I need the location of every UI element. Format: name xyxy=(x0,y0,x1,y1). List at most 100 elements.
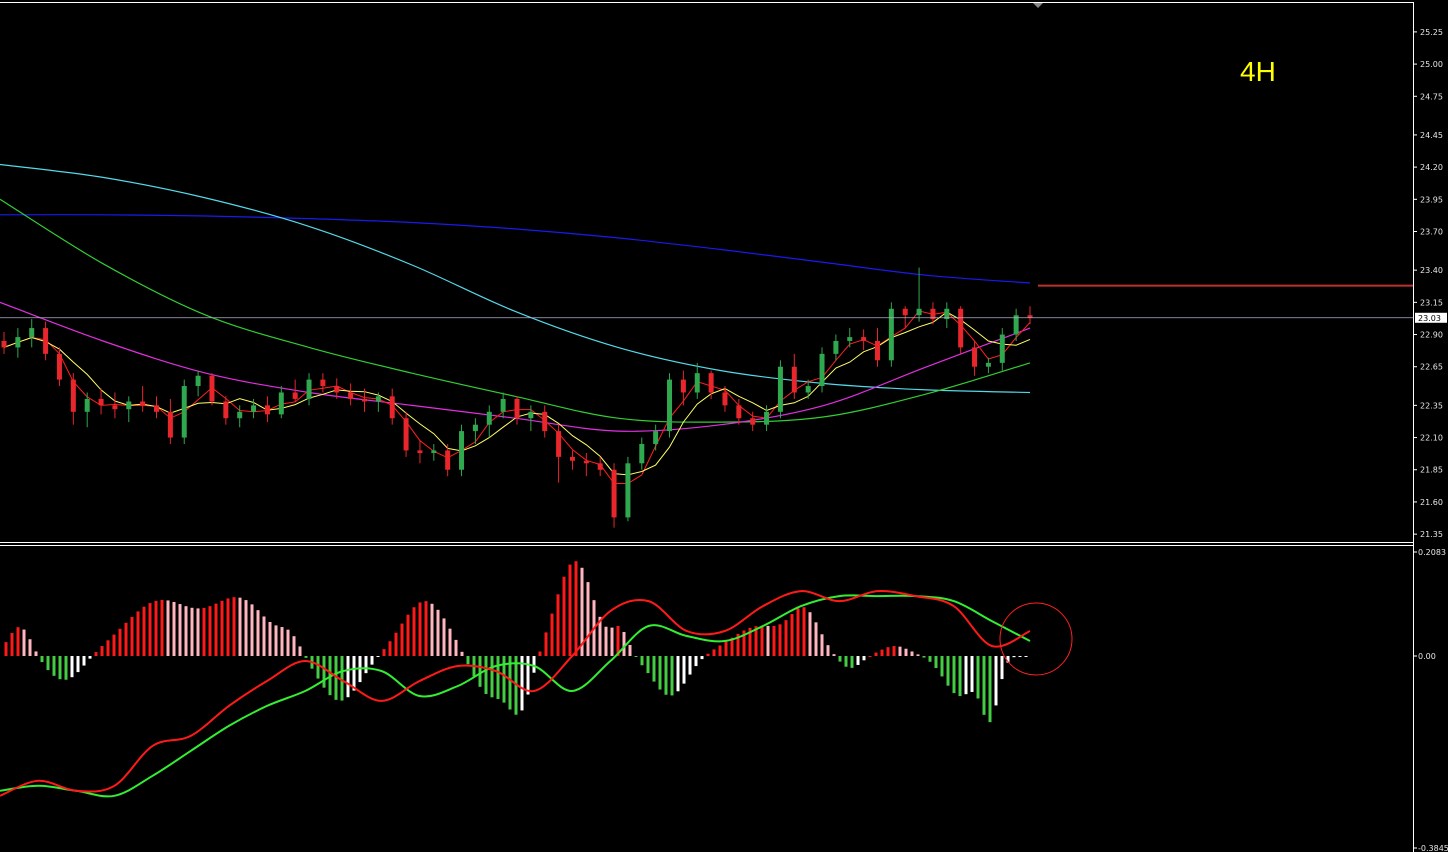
histogram-bar xyxy=(640,656,644,666)
histogram-bar xyxy=(688,656,692,675)
histogram-bar xyxy=(250,604,254,657)
candle-body xyxy=(223,401,229,419)
price-tick-label: 23.15 xyxy=(1420,298,1443,307)
candle-body xyxy=(320,379,326,387)
histogram-bar xyxy=(154,600,158,657)
candle-body xyxy=(251,405,257,412)
candle xyxy=(181,379,187,444)
histogram-bar xyxy=(502,656,506,703)
histogram-bar xyxy=(808,612,812,657)
current-price-label: 23.03 xyxy=(1418,314,1441,323)
histogram-bar xyxy=(22,629,26,657)
price-tick-label: 25.25 xyxy=(1420,28,1443,37)
histogram-bar xyxy=(940,656,944,677)
histogram-bar xyxy=(778,624,782,657)
histogram-bar xyxy=(142,606,146,657)
histogram-bar xyxy=(76,656,80,673)
histogram-bar xyxy=(316,656,320,679)
candle-body xyxy=(486,411,492,425)
histogram-bar xyxy=(58,656,62,680)
histogram-bar xyxy=(118,628,122,657)
histogram-bar xyxy=(10,632,14,657)
histogram-bar xyxy=(436,609,440,657)
candle-body xyxy=(569,456,575,461)
candle-body xyxy=(874,340,880,361)
histogram-bar xyxy=(868,656,872,658)
candle-body xyxy=(417,450,423,454)
histogram-bar xyxy=(238,597,242,657)
histogram-bar xyxy=(682,656,686,684)
histogram-bar xyxy=(610,627,614,657)
histogram-bar xyxy=(532,656,536,673)
histogram-bar xyxy=(346,656,350,698)
histogram-bar xyxy=(1024,656,1028,658)
price-tick-label: 22.35 xyxy=(1420,401,1443,410)
histogram-bar xyxy=(1012,656,1016,658)
histogram-bar xyxy=(922,656,926,658)
histogram-bar xyxy=(976,656,980,699)
candle-body xyxy=(916,308,922,316)
chart-background xyxy=(0,0,1448,852)
candle-body xyxy=(431,450,437,454)
histogram-bar xyxy=(478,656,482,687)
histogram-bar xyxy=(148,603,152,657)
candle-body xyxy=(237,411,243,419)
candle-body xyxy=(126,401,132,410)
histogram-bar xyxy=(460,651,464,657)
candle-body xyxy=(625,463,631,518)
histogram-bar xyxy=(946,656,950,686)
candle-body xyxy=(29,328,35,338)
histogram-bar xyxy=(886,647,890,657)
histogram-bar xyxy=(16,627,20,657)
histogram-bar xyxy=(286,629,290,657)
candle-body xyxy=(167,411,173,438)
price-tick-label: 24.20 xyxy=(1420,163,1443,172)
histogram-bar xyxy=(268,621,272,657)
candle-body xyxy=(999,334,1005,363)
histogram-bar xyxy=(652,656,656,682)
candle-body xyxy=(181,386,187,438)
candle-body xyxy=(264,405,270,415)
histogram-bar xyxy=(298,646,302,657)
histogram-bar xyxy=(466,656,470,665)
candle-body xyxy=(819,353,825,387)
price-tick-label: 22.65 xyxy=(1420,363,1443,372)
histogram-bar xyxy=(928,656,932,662)
price-tick-label: 23.95 xyxy=(1420,195,1443,204)
histogram-bar xyxy=(784,620,788,657)
candle-body xyxy=(653,431,659,444)
candle-body xyxy=(195,375,201,387)
histogram-bar xyxy=(700,656,704,660)
histogram-bar xyxy=(208,606,212,657)
histogram-bar xyxy=(412,607,416,657)
histogram-bar xyxy=(826,645,830,657)
histogram-bar xyxy=(226,598,230,657)
histogram-bar xyxy=(232,597,236,657)
price-tick-label: 21.60 xyxy=(1420,498,1443,507)
candle-body xyxy=(597,463,603,470)
candle-body xyxy=(278,392,284,415)
histogram-bar xyxy=(64,656,68,680)
histogram-bar xyxy=(166,600,170,657)
histogram-bar xyxy=(46,656,50,671)
histogram-bar xyxy=(892,646,896,657)
histogram-bar xyxy=(28,639,32,657)
candle-body xyxy=(667,379,673,432)
histogram-bar xyxy=(262,616,266,657)
histogram-bar xyxy=(544,632,548,657)
price-tick-label: 22.90 xyxy=(1420,331,1443,340)
trading-chart[interactable]: 25.25 25.00 24.75 24.45 24.20 23.95 23.70 23.40… xyxy=(0,0,1448,852)
histogram-bar xyxy=(424,601,428,657)
candle-body xyxy=(985,362,991,367)
price-tick-label: 24.75 xyxy=(1420,92,1443,101)
candle-body xyxy=(209,375,215,402)
histogram-bar xyxy=(490,656,494,698)
candle-body xyxy=(972,347,978,367)
histogram-bar xyxy=(430,603,434,657)
histogram-bar xyxy=(994,656,998,706)
histogram-bar xyxy=(820,634,824,657)
timeframe-label: 4H xyxy=(1240,56,1276,87)
candle-body xyxy=(833,340,839,354)
price-tick-label: 25.00 xyxy=(1420,60,1443,69)
histogram-bar xyxy=(874,652,878,657)
